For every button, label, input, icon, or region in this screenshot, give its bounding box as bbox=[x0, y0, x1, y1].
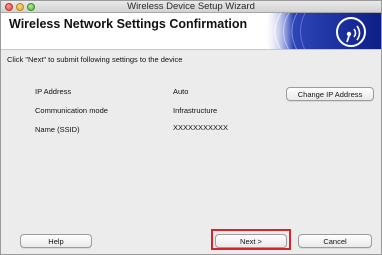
help-button[interactable]: Help bbox=[20, 234, 92, 248]
change-ip-address-button[interactable]: Change IP Address bbox=[286, 87, 374, 101]
window-title: Wireless Device Setup Wizard bbox=[127, 1, 255, 12]
communication-mode-label: Communication mode bbox=[35, 106, 108, 115]
communication-mode-value: Infrastructure bbox=[173, 106, 218, 115]
ip-address-label: IP Address bbox=[35, 87, 72, 96]
setup-wizard-window: Wireless Device Setup Wizard Wireless Ne… bbox=[0, 0, 382, 255]
ssid-label: Name (SSID) bbox=[35, 125, 80, 134]
ssid-value: XXXXXXXXXXX bbox=[173, 123, 229, 132]
title-bar: Wireless Device Setup Wizard bbox=[1, 1, 381, 13]
cancel-button[interactable]: Cancel bbox=[298, 234, 372, 248]
page-title: Wireless Network Settings Confirmation bbox=[9, 17, 248, 31]
wireless-signal-icon bbox=[264, 13, 381, 49]
instruction-text: Click "Next" to submit following setting… bbox=[7, 55, 183, 64]
ip-address-value: Auto bbox=[173, 87, 189, 96]
header-banner: Wireless Network Settings Confirmation bbox=[1, 13, 381, 50]
next-button-highlight bbox=[211, 229, 291, 250]
